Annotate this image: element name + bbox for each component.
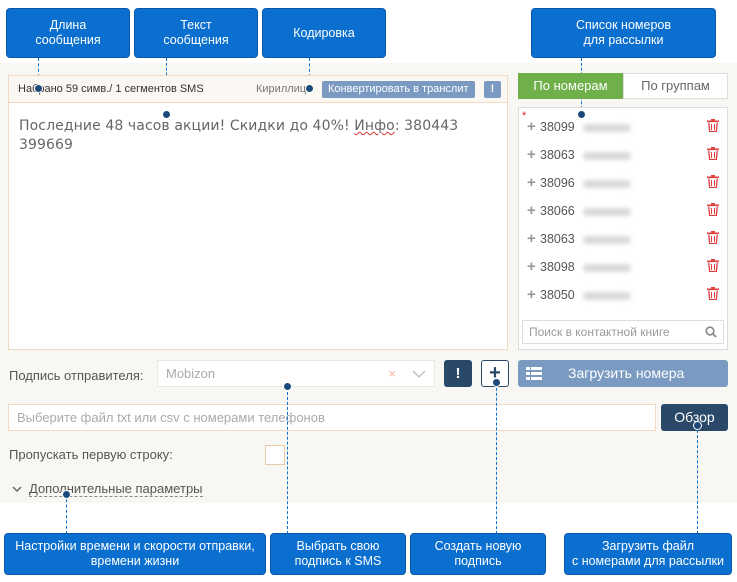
- message-text-part: Последние 48 часов акции! Скидки до 40%!: [19, 118, 355, 134]
- connector-line: [496, 383, 497, 534]
- phone-number-hidden: [583, 236, 631, 244]
- numbers-list: * +38099 +38063 +38096 +38066 +38063 +38098 +3…: [518, 107, 728, 350]
- upload-numbers-label: Загрузить номера: [568, 365, 685, 381]
- callout-anchor-dot: [162, 110, 171, 119]
- trash-icon[interactable]: [707, 259, 719, 272]
- message-header: Набрано 59 симв./ 1 сегментов SMS Кирилл…: [9, 76, 507, 103]
- phone-number-prefix: 38066: [540, 204, 575, 218]
- upload-numbers-button[interactable]: Загрузить номера: [518, 360, 728, 387]
- number-row: +38099: [525, 117, 721, 137]
- plus-icon[interactable]: +: [527, 286, 536, 303]
- number-row: +38098: [525, 257, 721, 277]
- signature-info-button[interactable]: !: [444, 360, 472, 387]
- plus-icon[interactable]: +: [527, 174, 536, 191]
- sender-signature-label: Подпись отправителя:: [9, 368, 144, 383]
- callout-anchor-dot: [305, 84, 314, 93]
- callout-anchor-dot: [62, 490, 71, 499]
- callout-anchor-dot: [492, 378, 501, 387]
- callout-choose-signature: Выбрать свою подпись к SMS: [270, 533, 406, 575]
- phone-number-prefix: 38099: [540, 120, 575, 134]
- callout-message-length: Длина сообщения: [6, 8, 130, 58]
- trash-icon[interactable]: [707, 175, 719, 188]
- encoding-label: Кириллица: [256, 83, 313, 95]
- trash-icon[interactable]: [707, 287, 719, 300]
- plus-icon[interactable]: +: [527, 202, 536, 219]
- skip-first-row-label: Пропускать первую строку:: [9, 447, 173, 462]
- numbers-file-placeholder: Выберите файл txt или csv с номерами тел…: [17, 410, 325, 425]
- recipients-tabs: По номерам По группам: [518, 73, 728, 99]
- convert-translit-button[interactable]: Конвертировать в транслит: [322, 81, 475, 98]
- callout-anchor-dot: [34, 84, 43, 93]
- callout-upload-file: Загрузить файл с номерами для рассылки: [564, 533, 732, 575]
- encoding-info-button[interactable]: !: [484, 81, 501, 98]
- search-icon[interactable]: [705, 326, 717, 338]
- trash-icon[interactable]: [707, 119, 719, 132]
- callout-anchor-dot: [693, 421, 702, 430]
- numbers-file-input[interactable]: Выберите файл txt или csv с номерами тел…: [8, 404, 656, 431]
- trash-icon[interactable]: [707, 203, 719, 216]
- trash-icon[interactable]: [707, 147, 719, 160]
- connector-line: [66, 494, 67, 534]
- contact-search-input[interactable]: Поиск в контактной книге: [522, 320, 724, 344]
- tab-by-groups[interactable]: По группам: [623, 73, 728, 99]
- number-row: +38050: [525, 285, 721, 305]
- message-textarea[interactable]: Последние 48 часов акции! Скидки до 40%!…: [9, 103, 507, 155]
- number-row: +38063: [525, 229, 721, 249]
- phone-number-hidden: [583, 292, 631, 300]
- chevron-down-icon: [12, 486, 22, 493]
- number-row: +38096: [525, 173, 721, 193]
- skip-first-row-checkbox[interactable]: [265, 445, 285, 465]
- connector-line: [697, 425, 698, 534]
- callout-encoding: Кодировка: [262, 8, 386, 58]
- sender-signature-value: Mobizon: [166, 366, 216, 381]
- message-length-counter: Набрано 59 симв./ 1 сегментов SMS: [18, 83, 204, 95]
- phone-number-prefix: 38050: [540, 288, 575, 302]
- plus-icon[interactable]: +: [527, 230, 536, 247]
- phone-number-prefix: 38063: [540, 232, 575, 246]
- callout-anchor-dot: [577, 110, 586, 119]
- phone-number-hidden: [583, 124, 631, 132]
- phone-number-hidden: [583, 264, 631, 272]
- list-icon: [526, 367, 542, 380]
- callout-message-text: Текст сообщения: [134, 8, 258, 58]
- clear-icon[interactable]: ×: [388, 361, 396, 386]
- message-text-misspelled: Инфо: [354, 118, 395, 134]
- phone-number-prefix: 38063: [540, 148, 575, 162]
- trash-icon[interactable]: [707, 231, 719, 244]
- contact-search-placeholder: Поиск в контактной книге: [529, 325, 670, 339]
- callout-numbers-list: Список номеров для рассылки: [531, 8, 716, 58]
- connector-line: [287, 387, 288, 534]
- plus-icon[interactable]: +: [527, 118, 536, 135]
- plus-icon[interactable]: +: [527, 258, 536, 275]
- number-row: +38066: [525, 201, 721, 221]
- phone-number-hidden: [583, 180, 631, 188]
- chevron-down-icon[interactable]: [412, 370, 426, 378]
- phone-number-hidden: [583, 208, 631, 216]
- additional-params-label: Дополнительные параметры: [29, 481, 203, 497]
- number-row: +38063: [525, 145, 721, 165]
- phone-number-prefix: 38096: [540, 176, 575, 190]
- additional-params-toggle[interactable]: Дополнительные параметры: [12, 481, 203, 497]
- callout-time-settings: Настройки времени и скорости отправки, в…: [4, 533, 266, 575]
- callout-anchor-dot: [283, 382, 292, 391]
- tab-by-numbers[interactable]: По номерам: [518, 73, 623, 99]
- plus-icon[interactable]: +: [527, 146, 536, 163]
- sender-signature-select[interactable]: Mobizon ×: [157, 360, 435, 387]
- message-editor: Набрано 59 симв./ 1 сегментов SMS Кирилл…: [8, 75, 508, 350]
- callout-create-signature: Создать новую подпись: [410, 533, 546, 575]
- phone-number-hidden: [583, 152, 631, 160]
- phone-number-prefix: 38098: [540, 260, 575, 274]
